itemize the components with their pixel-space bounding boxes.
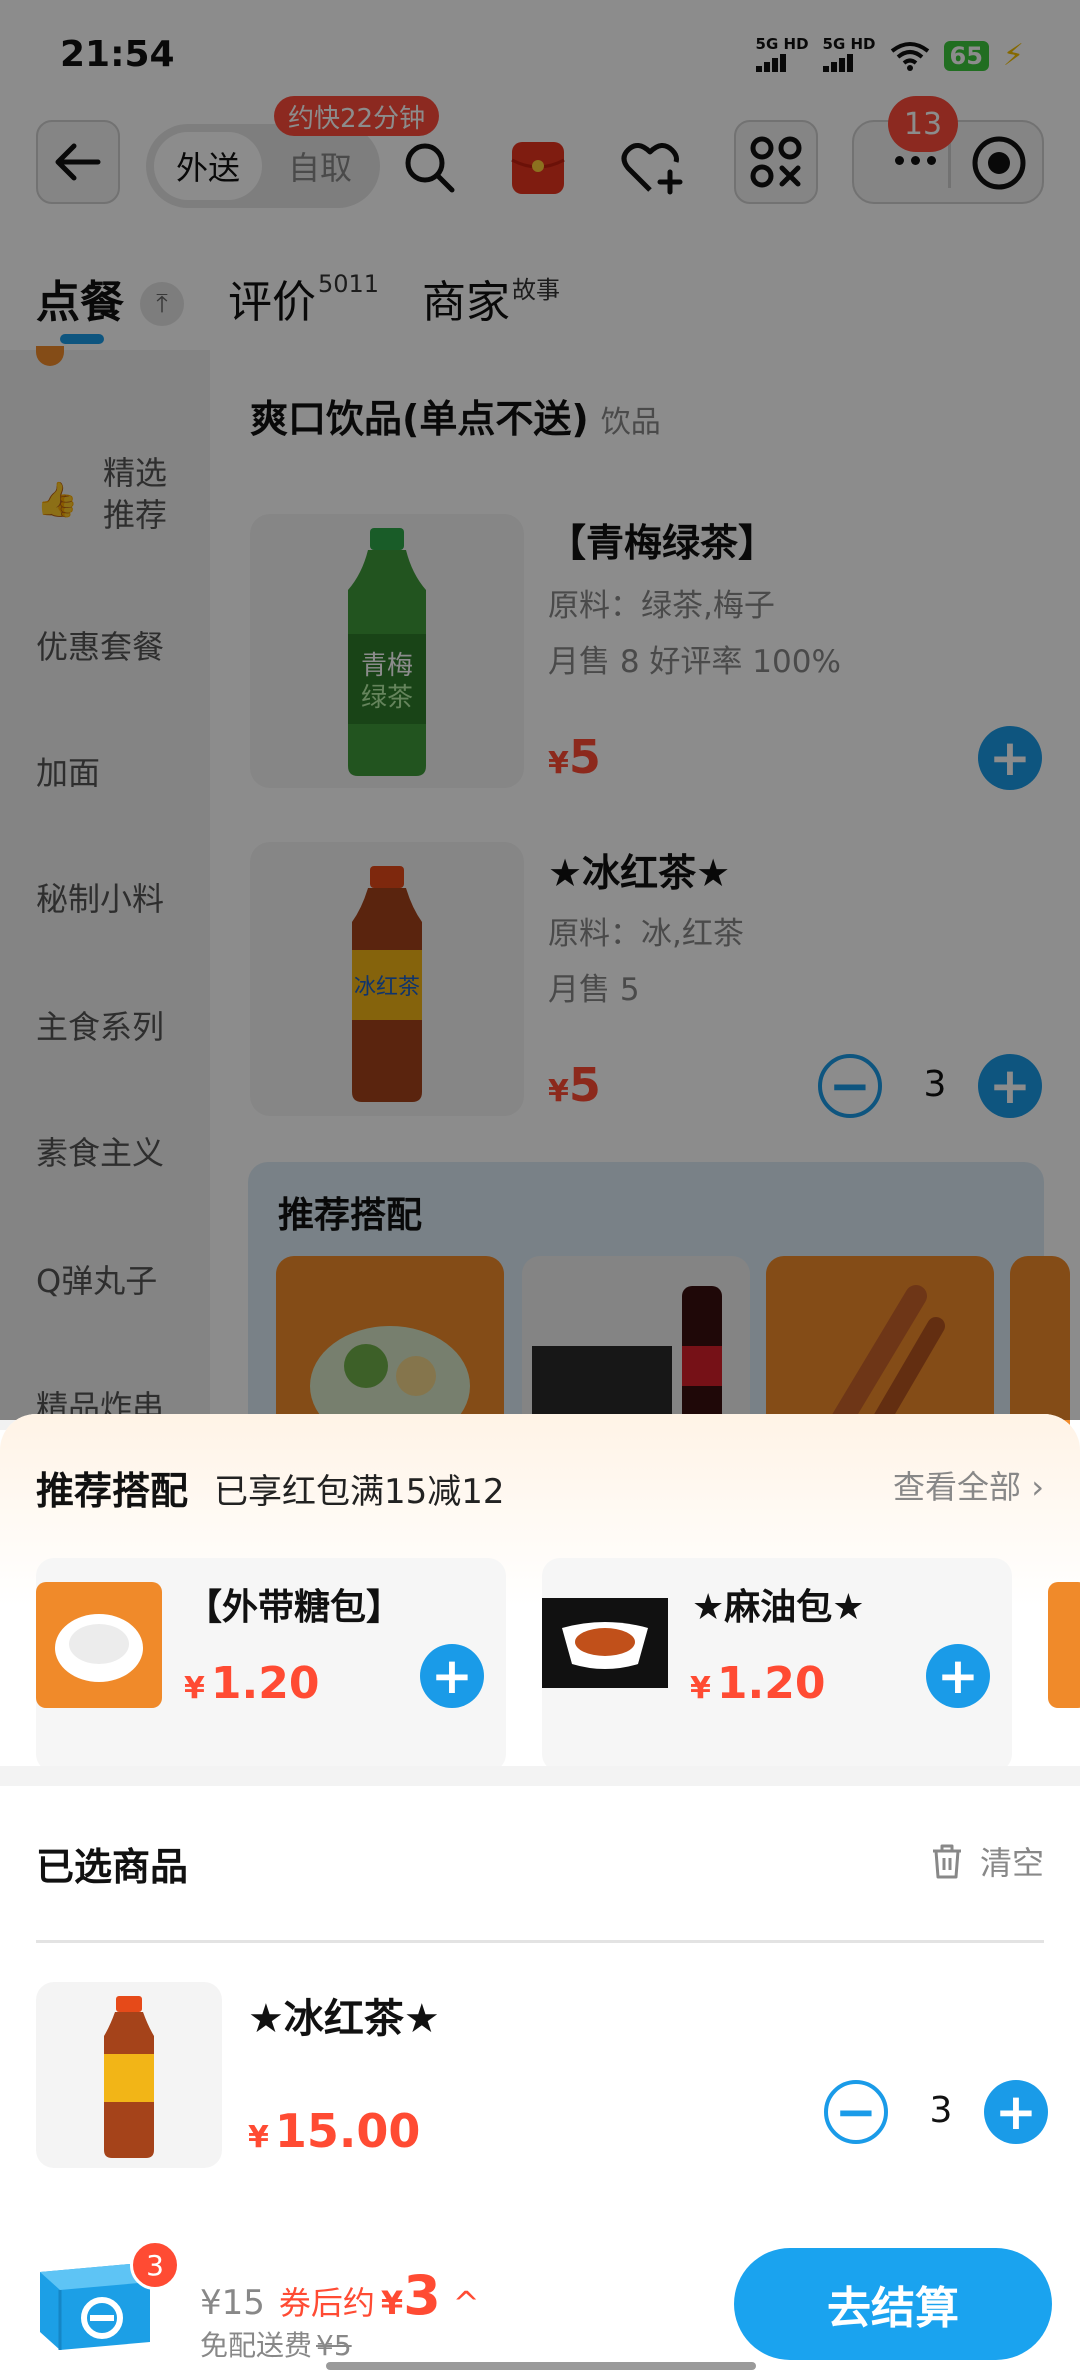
sesame-oil-image	[562, 1622, 648, 1669]
coupon-value: 3	[403, 2264, 441, 2327]
add-button[interactable]: +	[420, 1644, 484, 1708]
fee-label: 免配送费	[200, 2329, 313, 2362]
addon-name: ★麻油包★	[692, 1587, 865, 1628]
chevron-up-icon: ^	[452, 2284, 480, 2322]
delivery-fee: 免配送费 ¥5	[200, 2324, 352, 2364]
cart-count-badge: 3	[130, 2240, 180, 2290]
cart-item-name: ★冰红茶★	[248, 1996, 440, 2042]
cart-item-image	[36, 1982, 222, 2168]
coupon-price: ¥3	[381, 2264, 441, 2327]
clear-label: 清空	[979, 1844, 1044, 1882]
addon-name: 【外带糖包】	[186, 1587, 403, 1628]
total-price: ¥15	[200, 2283, 265, 2323]
ice-tea-bottle-image	[104, 1996, 154, 2158]
price-value: 1.20	[716, 1658, 826, 1709]
chevron-right-icon: ›	[1031, 1468, 1044, 1506]
price-value: 15.00	[274, 2104, 421, 2158]
currency-symbol: ¥	[184, 1671, 205, 1706]
section-gap	[0, 1766, 1080, 1786]
price-value: 1.20	[210, 1658, 320, 1709]
currency-symbol: ¥	[248, 2120, 269, 2155]
see-all-link[interactable]: 查看全部 ›	[893, 1462, 1044, 1508]
increase-button[interactable]: +	[984, 2080, 1048, 2144]
trash-icon	[932, 1844, 961, 1879]
checkout-button[interactable]: 去结算	[734, 2248, 1052, 2360]
addon-price: ¥1.20	[690, 1658, 825, 1709]
sugar-packet-image	[55, 1614, 143, 1682]
add-button[interactable]: +	[926, 1644, 990, 1708]
see-all-label: 查看全部	[893, 1468, 1022, 1506]
addon-image	[542, 1598, 668, 1688]
dim-overlay[interactable]	[0, 0, 1080, 1420]
currency-symbol: ¥	[690, 1671, 711, 1706]
addon-image	[36, 1582, 162, 1708]
addon-price: ¥1.20	[184, 1658, 319, 1709]
currency-symbol: ¥	[380, 2284, 404, 2322]
selected-title: 已选商品	[36, 1845, 189, 1889]
decrease-button[interactable]: −	[824, 2080, 888, 2144]
total-line[interactable]: ¥15 券后约 ¥3 ^	[200, 2264, 480, 2327]
home-indicator[interactable]	[326, 2362, 756, 2370]
addon-card[interactable]: ★麻油包★ ¥1.20 +	[542, 1558, 1012, 1772]
checkout-bar: 3 ¥15 券后约 ¥3 ^ 免配送费 ¥5 去结算	[0, 2226, 1080, 2376]
promo-text: 已享红包满15减12	[214, 1472, 505, 1512]
divider	[36, 1940, 1044, 1943]
sheet-recommend-title: 推荐搭配	[36, 1469, 189, 1513]
quantity: 3	[929, 2090, 953, 2131]
clear-button[interactable]: 清空	[930, 1838, 1044, 1884]
addon-card-partial[interactable]	[1048, 1582, 1080, 1708]
coupon-label: 券后约	[278, 2284, 375, 2322]
cart-item-price: ¥15.00	[248, 2104, 420, 2158]
fee-original: ¥5	[316, 2329, 352, 2362]
addon-card[interactable]: 【外带糖包】 ¥1.20 +	[36, 1558, 506, 1772]
